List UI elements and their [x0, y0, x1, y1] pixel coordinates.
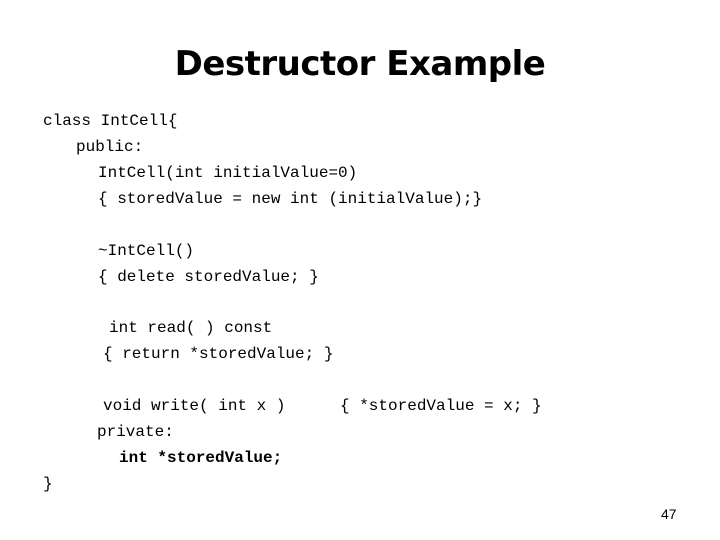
- code-line-read-body: { return *storedValue; }: [103, 345, 334, 363]
- code-line-destructor: ~IntCell(): [98, 242, 195, 260]
- page-number: 47: [661, 506, 677, 522]
- code-line-class-decl: class IntCell{: [43, 112, 178, 130]
- code-line-constructor-body: { storedValue = new int (initialValue);}: [98, 190, 483, 208]
- code-line-write: void write( int x ): [103, 397, 286, 415]
- code-line-public: public:: [76, 138, 144, 156]
- code-line-member: int *storedValue;: [119, 449, 283, 467]
- code-line-destructor-body: { delete storedValue; }: [98, 268, 319, 286]
- code-line-constructor: IntCell(int initialValue=0): [98, 164, 358, 182]
- code-line-write-body: { *storedValue = x; }: [340, 397, 542, 415]
- code-line-private: private:: [97, 423, 174, 441]
- slide-title: Destructor Example: [174, 44, 546, 84]
- code-line-close-brace: }: [43, 475, 53, 493]
- code-line-read: int read( ) const: [109, 319, 273, 337]
